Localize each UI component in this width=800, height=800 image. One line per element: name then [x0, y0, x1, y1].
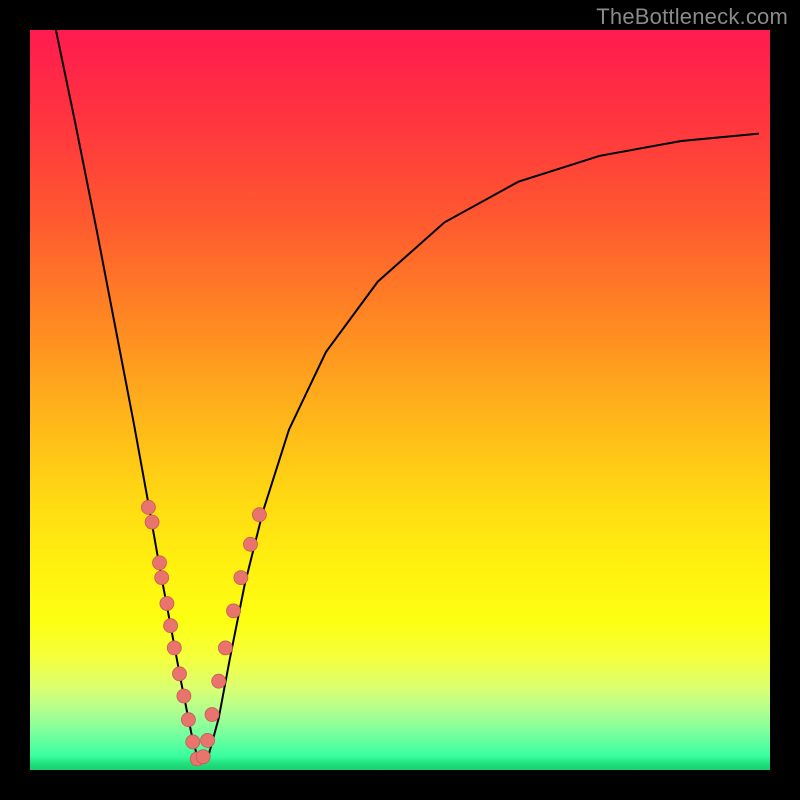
sample-dot [160, 597, 174, 611]
sample-dot [181, 713, 195, 727]
sample-dot [186, 735, 200, 749]
sample-dot [218, 641, 232, 655]
sample-dot [145, 515, 159, 529]
sample-dot [167, 641, 181, 655]
sample-dot [227, 604, 241, 618]
sample-dot [177, 689, 191, 703]
sample-dot [205, 708, 219, 722]
outer-frame: TheBottleneck.com [0, 0, 800, 800]
sample-dots-group [141, 500, 266, 766]
sample-dot [234, 571, 248, 585]
sample-dot [196, 750, 210, 764]
watermark-text: TheBottleneck.com [596, 4, 788, 30]
sample-dot [201, 733, 215, 747]
sample-dot [164, 619, 178, 633]
sample-dot [212, 674, 226, 688]
sample-dot [153, 556, 167, 570]
bottleneck-curve [56, 30, 759, 763]
sample-dot [252, 508, 266, 522]
sample-dot [244, 537, 258, 551]
chart-overlay [30, 30, 770, 770]
sample-dot [155, 571, 169, 585]
sample-dot [173, 667, 187, 681]
sample-dot [141, 500, 155, 514]
